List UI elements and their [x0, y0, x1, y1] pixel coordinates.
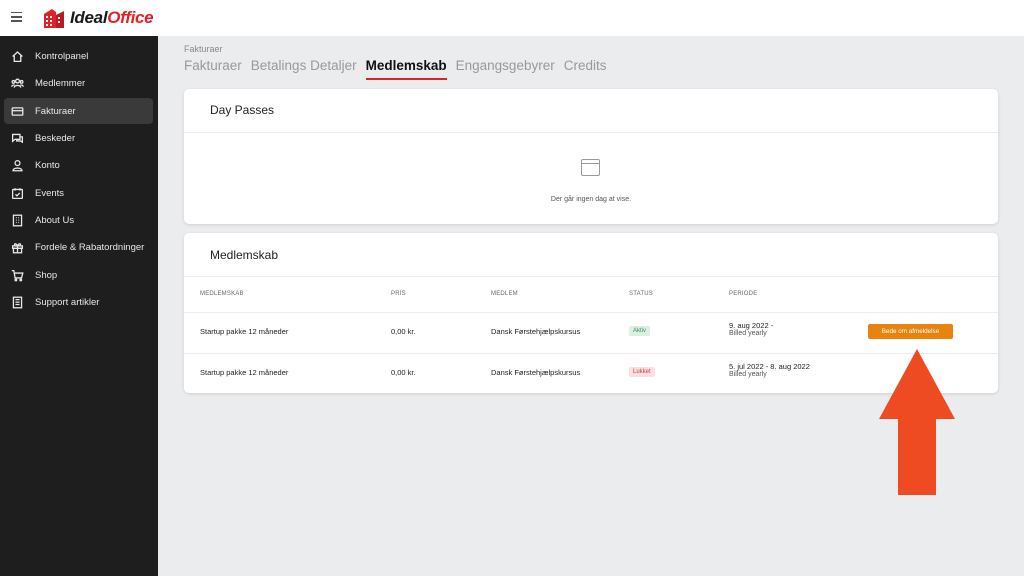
sidebar-item-fordele[interactable]: Fordele & Rabatordninger	[4, 234, 153, 260]
column-header-medlem: MEDLEM	[491, 291, 518, 297]
sidebar-item-label: Medlemmer	[35, 77, 86, 89]
sidebar-item-konto[interactable]: Konto	[4, 152, 153, 178]
chat-icon	[10, 131, 24, 145]
period-dates: 9. aug 2022 -	[729, 321, 774, 330]
table-row: Startup pakke 12 måneder 0,00 kr. Dansk …	[184, 312, 998, 352]
sidebar-item-label: Support artikler	[35, 296, 100, 308]
empty-state-text: Der går ingen dag at vise.	[550, 196, 632, 203]
sidebar-item-medlemmer[interactable]: Medlemmer	[4, 70, 153, 96]
user-icon	[10, 158, 24, 172]
logo-building-icon	[44, 9, 64, 28]
membership-title: Medlemskab	[210, 248, 279, 262]
table-row: Startup pakke 12 måneder 0,00 kr. Dansk …	[184, 353, 998, 393]
sidebar-item-label: Konto	[35, 159, 60, 171]
tab-engangsgebyrer[interactable]: Engangsgebyrer	[456, 58, 555, 80]
sidebar: Kontrolpanel Medlemmer Fakturaer Beskede…	[0, 36, 158, 576]
sidebar-item-label: Fakturaer	[35, 105, 76, 117]
home-icon	[10, 49, 24, 63]
sidebar-item-label: Kontrolpanel	[35, 50, 89, 62]
sidebar-item-shop[interactable]: Shop	[4, 262, 153, 288]
sidebar-item-fakturaer[interactable]: Fakturaer	[4, 98, 153, 124]
status-badge: Aktiv	[629, 326, 651, 336]
column-header-status: STATUS	[629, 291, 653, 297]
divider	[184, 276, 998, 277]
card-icon	[10, 104, 24, 118]
membership-member: Dansk Førstehjælpskursus	[491, 368, 581, 377]
calendar-icon	[10, 186, 24, 200]
annotation-arrow-icon	[879, 349, 955, 495]
tab-betalings-detaljer[interactable]: Betalings Detaljer	[251, 58, 357, 80]
sidebar-item-label: Events	[35, 187, 65, 199]
membership-name: Startup pakke 12 måneder	[200, 368, 289, 377]
cart-icon	[10, 268, 24, 282]
membership-card: Medlemskab MEDLEMSKAB PRIS MEDLEM STATUS…	[184, 233, 998, 393]
logo[interactable]: IdealOffice	[42, 5, 154, 31]
window-icon	[581, 159, 600, 176]
tab-medlemskab[interactable]: Medlemskab	[365, 58, 447, 80]
divider	[184, 132, 998, 133]
sidebar-item-label: About Us	[35, 214, 75, 226]
users-icon	[10, 76, 24, 90]
membership-member: Dansk Førstehjælpskursus	[491, 327, 581, 336]
top-bar: IdealOffice	[0, 0, 1024, 36]
day-passes-card: Day Passes Der går ingen dag at vise.	[184, 89, 998, 224]
membership-period: 9. aug 2022 - Billed yearly	[729, 321, 773, 337]
sidebar-item-beskeder[interactable]: Beskeder	[4, 125, 153, 151]
membership-price: 0,00 kr.	[391, 327, 416, 336]
column-header-periode: PERIODE	[729, 291, 758, 297]
column-header-medlemskab: MEDLEMSKAB	[200, 291, 244, 297]
sidebar-item-label: Fordele & Rabatordninger	[35, 241, 145, 253]
sidebar-item-label: Shop	[35, 269, 58, 281]
period-dates: 5. jul 2022 - 8. aug 2022	[729, 362, 810, 371]
logo-text: IdealOffice	[70, 8, 154, 27]
sidebar-item-support-artikler[interactable]: Support artikler	[4, 289, 153, 315]
column-header-pris: PRIS	[391, 291, 406, 297]
tab-credits[interactable]: Credits	[564, 58, 607, 80]
tab-fakturaer[interactable]: Fakturaer	[184, 58, 242, 80]
document-icon	[10, 295, 24, 309]
sidebar-item-about-us[interactable]: About Us	[4, 207, 153, 233]
menu-icon[interactable]	[11, 12, 22, 22]
request-cancellation-button[interactable]: Bede om afmeldelse	[868, 324, 953, 339]
status-badge: Lukket	[629, 367, 655, 377]
billing-cycle: Billed yearly	[729, 371, 767, 378]
membership-name: Startup pakke 12 måneder	[200, 327, 289, 336]
membership-period: 5. jul 2022 - 8. aug 2022 Billed yearly	[729, 362, 810, 378]
breadcrumb[interactable]: Fakturaer	[184, 44, 223, 54]
sidebar-item-events[interactable]: Events	[4, 180, 153, 206]
billing-cycle: Billed yearly	[729, 330, 767, 337]
tab-bar: Fakturaer Betalings Detaljer Medlemskab …	[184, 58, 615, 80]
sidebar-item-label: Beskeder	[35, 132, 76, 144]
membership-price: 0,00 kr.	[391, 368, 416, 377]
building-icon	[10, 213, 24, 227]
sidebar-item-kontrolpanel[interactable]: Kontrolpanel	[4, 43, 153, 69]
day-passes-title: Day Passes	[210, 103, 275, 117]
gift-icon	[10, 240, 24, 254]
